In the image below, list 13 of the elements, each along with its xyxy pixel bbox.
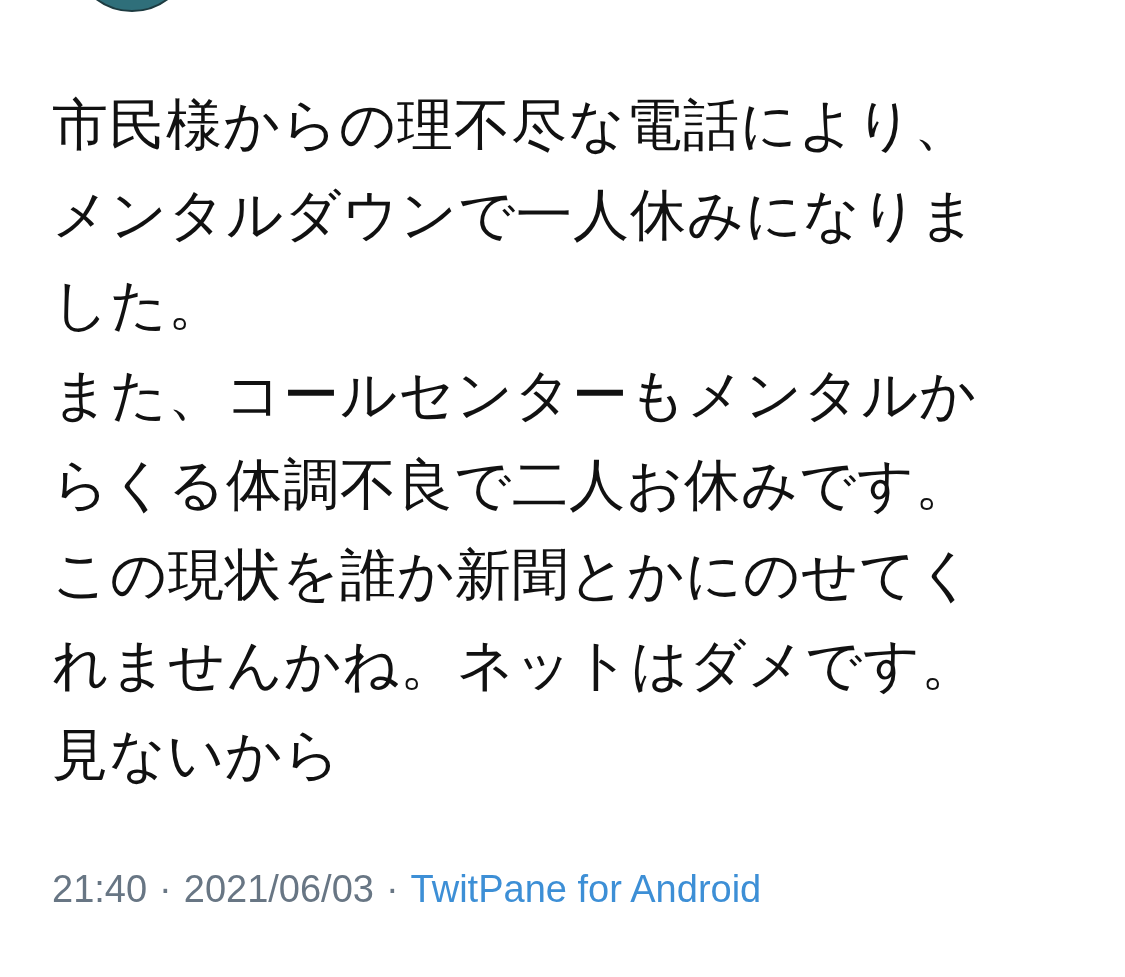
tweet-text-line: また、コールセンターもメンタルか — [52, 362, 977, 428]
date: 2021/06/03 — [183, 867, 374, 912]
tweet-text-line: この現状を誰か新聞とかにのせてく — [52, 542, 975, 608]
separator-dot: · — [385, 867, 399, 912]
tweet-text-line: した。 — [52, 272, 225, 338]
tweet-text-line: らくる体調不良で二人お休みです。 — [52, 452, 972, 518]
tweet-text-line: メンタルダウンで一人休みになりま — [52, 182, 977, 248]
tweet-text-line: 見ないから — [52, 722, 341, 788]
tweet-text-line: れませんかね。ネットはダメです。 — [52, 632, 978, 698]
timestamp: 21:40 — [52, 867, 148, 912]
source-link[interactable]: TwitPane for Android — [410, 864, 762, 914]
separator-dot: · — [159, 867, 172, 912]
tweet-text-line: 市民様からの理不尽な電話により、 — [52, 92, 971, 158]
